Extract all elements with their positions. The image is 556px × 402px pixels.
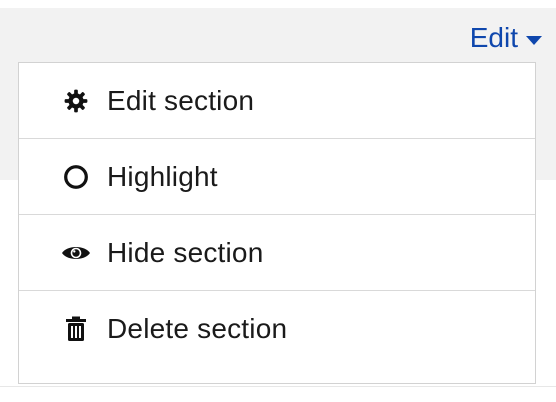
gear-icon bbox=[61, 86, 91, 116]
divider bbox=[0, 386, 556, 387]
menu-item-highlight[interactable]: Highlight bbox=[19, 139, 535, 215]
menu-item-hide-section[interactable]: Hide section bbox=[19, 215, 535, 291]
menu-item-edit-section[interactable]: Edit section bbox=[19, 63, 535, 139]
top-strip bbox=[0, 0, 556, 8]
menu-item-label: Hide section bbox=[107, 236, 264, 268]
circle-outline-icon bbox=[61, 162, 91, 192]
edit-dropdown-menu: Edit section Highlight Hide section Dele… bbox=[18, 62, 536, 384]
trash-icon bbox=[61, 314, 91, 344]
menu-item-label: Edit section bbox=[107, 84, 255, 116]
menu-item-label: Highlight bbox=[107, 160, 218, 192]
caret-down-icon bbox=[526, 35, 542, 45]
menu-item-delete-section[interactable]: Delete section bbox=[19, 291, 535, 367]
edit-dropdown-toggle[interactable]: Edit bbox=[470, 18, 542, 58]
menu-item-label: Delete section bbox=[107, 313, 288, 344]
eye-icon bbox=[61, 238, 91, 268]
edit-toggle-label: Edit bbox=[469, 22, 518, 53]
